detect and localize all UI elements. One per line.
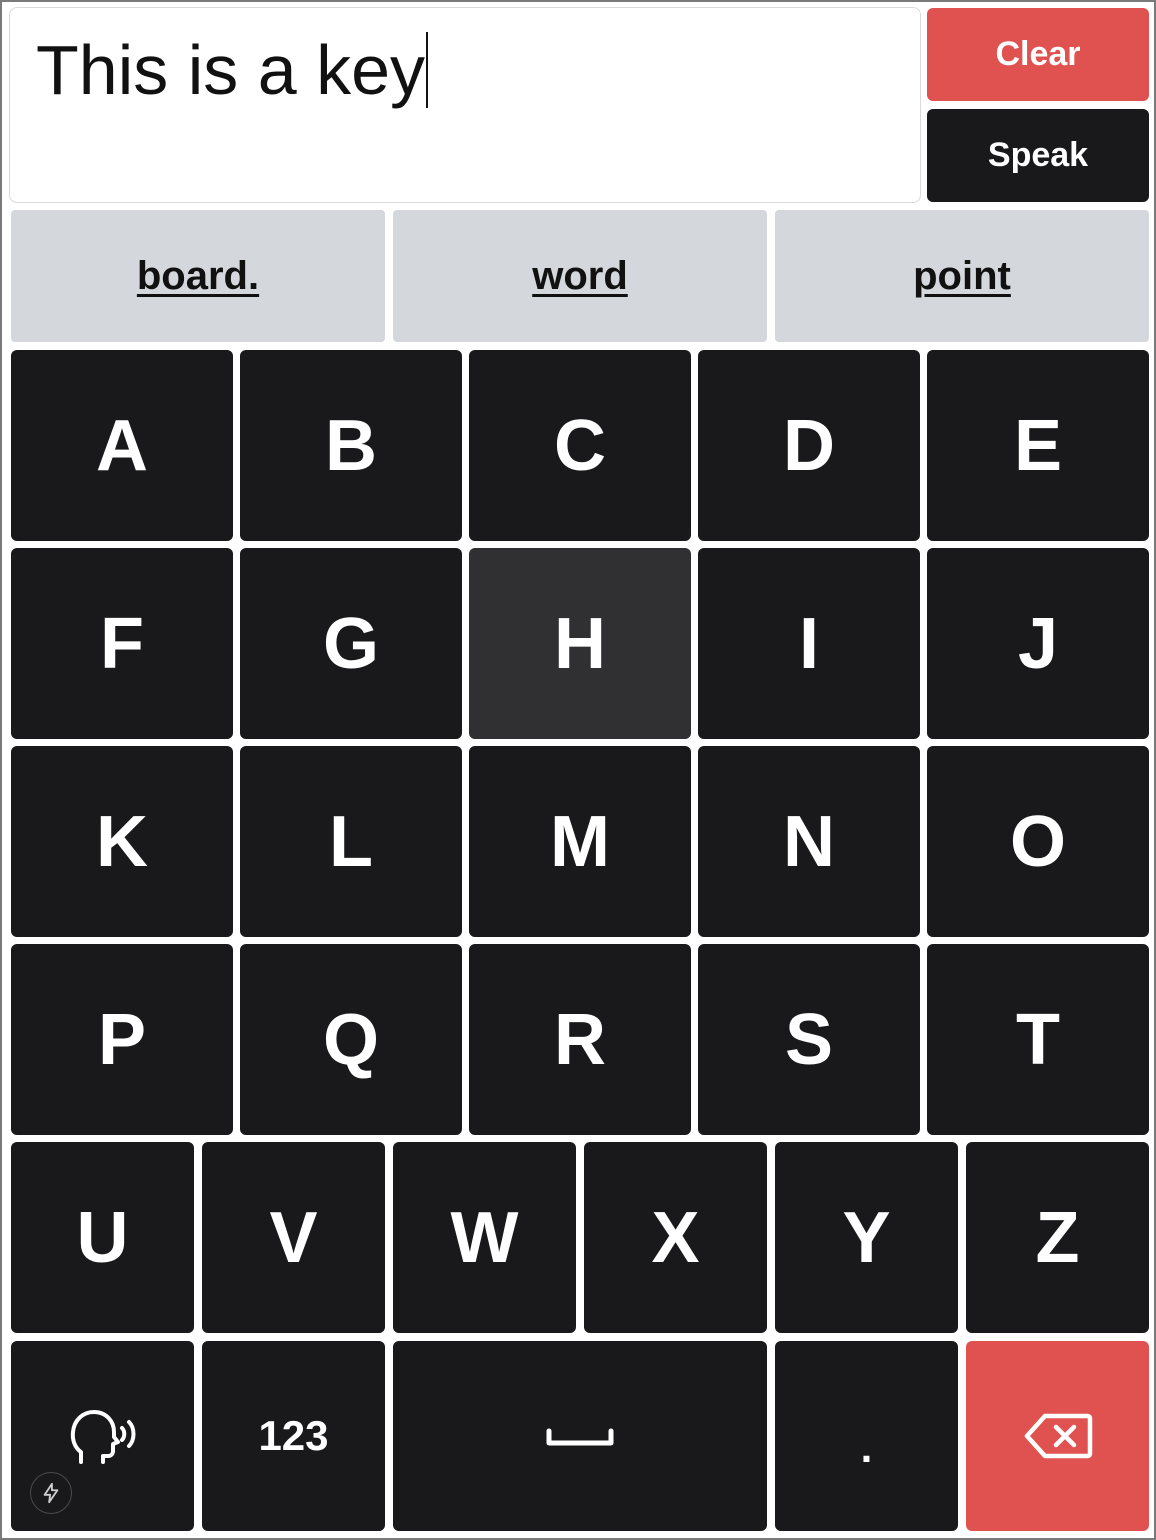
suggestion-1[interactable]: board.	[11, 210, 385, 342]
key-x[interactable]: X	[584, 1142, 767, 1333]
period-key[interactable]: .	[775, 1341, 958, 1531]
key-f[interactable]: F	[11, 548, 233, 739]
speaking-head-icon	[70, 1410, 135, 1464]
key-t[interactable]: T	[927, 944, 1149, 1135]
text-caret	[426, 32, 428, 108]
key-c[interactable]: C	[469, 350, 691, 541]
clear-button[interactable]: Clear	[927, 8, 1149, 101]
period-key-label: .	[860, 1424, 873, 1471]
key-b[interactable]: B	[240, 350, 462, 541]
key-v[interactable]: V	[202, 1142, 385, 1333]
message-text: This is a key	[36, 31, 425, 109]
key-j[interactable]: J	[927, 548, 1149, 739]
key-m[interactable]: M	[469, 746, 691, 937]
lightning-bolt-icon[interactable]	[30, 1472, 72, 1514]
suggestion-3[interactable]: point	[775, 210, 1149, 342]
key-k[interactable]: K	[11, 746, 233, 937]
key-o[interactable]: O	[927, 746, 1149, 937]
suggestion-2[interactable]: word	[393, 210, 767, 342]
key-p[interactable]: P	[11, 944, 233, 1135]
key-r[interactable]: R	[469, 944, 691, 1135]
speak-button[interactable]: Speak	[927, 109, 1149, 202]
key-n[interactable]: N	[698, 746, 920, 937]
key-l[interactable]: L	[240, 746, 462, 937]
key-e[interactable]: E	[927, 350, 1149, 541]
key-y[interactable]: Y	[775, 1142, 958, 1333]
key-i[interactable]: I	[698, 548, 920, 739]
key-h[interactable]: H	[469, 548, 691, 739]
key-d[interactable]: D	[698, 350, 920, 541]
space-bar-icon	[546, 1428, 614, 1446]
key-q[interactable]: Q	[240, 944, 462, 1135]
key-a[interactable]: A	[11, 350, 233, 541]
key-w[interactable]: W	[393, 1142, 576, 1333]
delete-key[interactable]	[966, 1341, 1149, 1531]
key-u[interactable]: U	[11, 1142, 194, 1333]
key-g[interactable]: G	[240, 548, 462, 739]
space-key[interactable]	[393, 1341, 767, 1531]
numbers-key-label: 123	[258, 1412, 329, 1459]
key-s[interactable]: S	[698, 944, 920, 1135]
key-z[interactable]: Z	[966, 1142, 1149, 1333]
message-text-area[interactable]: This is a key	[9, 7, 921, 203]
backspace-icon	[1024, 1413, 1092, 1459]
numbers-key[interactable]: 123	[202, 1341, 385, 1531]
